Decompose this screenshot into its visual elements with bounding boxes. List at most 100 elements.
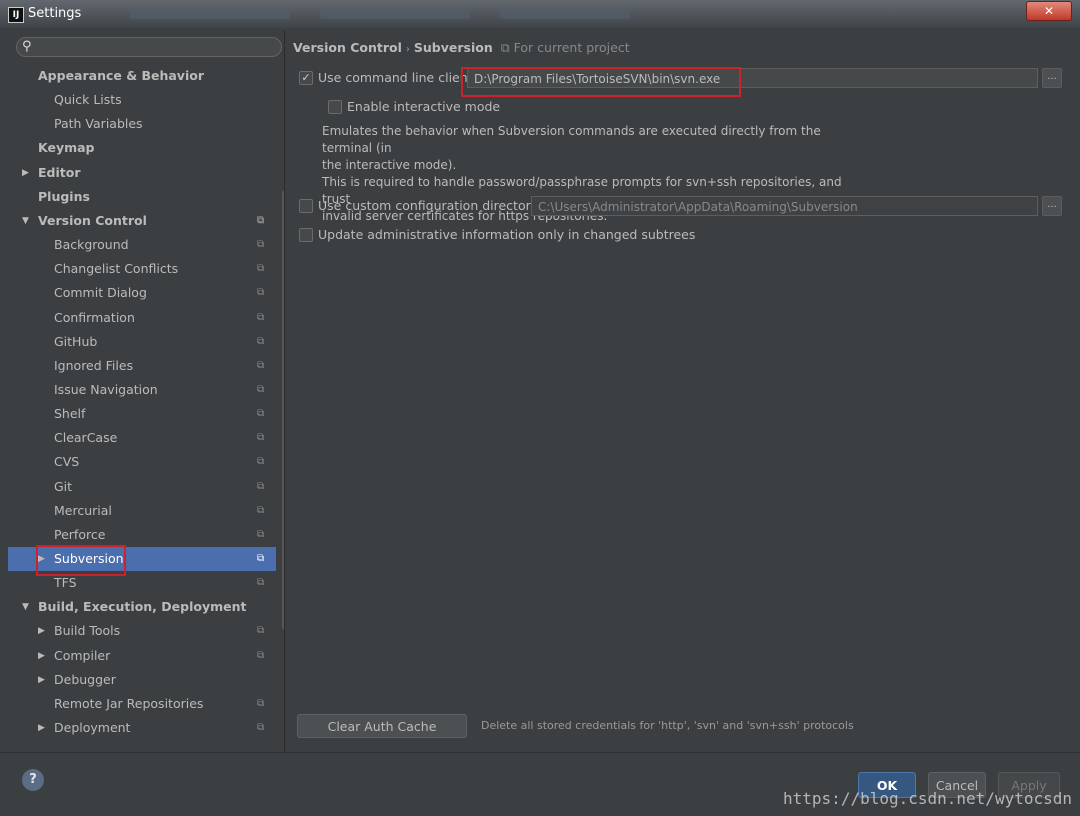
project-scope-icon: ⧉ — [257, 214, 265, 226]
sidebar-item-label: Changelist Conflicts — [54, 261, 179, 277]
sidebar-item-label: Compiler — [54, 647, 111, 663]
expanded-arrow-icon[interactable]: ▼ — [22, 209, 29, 233]
highlight-box-path — [461, 67, 741, 97]
project-scope-icon: ⧉ — [257, 577, 265, 589]
update-admin-checkbox[interactable] — [299, 228, 313, 242]
project-scope-icon: ⧉ — [257, 456, 265, 468]
sidebar-item-label: CVS — [54, 454, 80, 470]
sidebar-item-label: ClearCase — [54, 430, 118, 446]
sidebar-item-label: Path Variables — [54, 116, 143, 132]
breadcrumb: Version Control › Subversion ⧉ For current … — [293, 40, 630, 56]
sidebar-item-plugins[interactable]: Plugins — [8, 185, 276, 209]
project-scope-icon: ⧉ — [257, 480, 265, 492]
sidebar-item-label: Plugins — [38, 188, 90, 204]
collapsed-arrow-icon[interactable]: ▶ — [22, 161, 29, 185]
sidebar-item-label: Deployment — [54, 720, 131, 736]
sidebar-item-keymap[interactable]: Keymap — [8, 136, 276, 160]
sidebar-item-clearcase[interactable]: ClearCase ⧉ — [8, 426, 276, 450]
watermark: https://blog.csdn.net/wytocsdn — [783, 789, 1072, 808]
project-scope-icon: ⧉ — [257, 408, 265, 420]
project-scope-icon: ⧉ — [257, 697, 265, 709]
custom-config-checkbox[interactable] — [299, 199, 313, 213]
sidebar-item-compiler[interactable]: ▶ Compiler ⧉ — [8, 644, 276, 668]
blurred-background-tab — [320, 10, 470, 19]
sidebar-item-label: Shelf — [54, 406, 86, 422]
intellij-icon: IJ — [8, 7, 24, 23]
browse-config-button[interactable]: ... — [1042, 196, 1062, 216]
sidebar-item-label: Mercurial — [54, 502, 112, 518]
use-command-line-checkbox[interactable]: ✓ — [299, 71, 313, 85]
sidebar-item-label: Remote Jar Repositories — [54, 695, 204, 711]
sidebar-item-github[interactable]: GitHub ⧉ — [8, 330, 276, 354]
sidebar-item-label: Confirmation — [54, 309, 135, 325]
collapsed-arrow-icon[interactable]: ▶ — [38, 644, 45, 668]
sidebar-item-background[interactable]: Background ⧉ — [8, 233, 276, 257]
sidebar-item-deployment[interactable]: ▶ Deployment ⧉ — [8, 716, 276, 740]
sidebar-item-shelf[interactable]: Shelf ⧉ — [8, 402, 276, 426]
custom-config-path-field[interactable]: C:\Users\Administrator\AppData\Roaming\S… — [531, 196, 1038, 216]
collapsed-arrow-icon[interactable]: ▶ — [38, 716, 45, 740]
sidebar-item-version-control[interactable]: ▼ Version Control ⧉ — [8, 209, 276, 233]
breadcrumb-current: Subversion — [413, 40, 493, 55]
sidebar-item-cvs[interactable]: CVS ⧉ — [8, 450, 276, 474]
title-bar: IJ Settings ✕ — [0, 0, 1080, 28]
description-line: Emulates the behavior when Subversion co… — [322, 124, 821, 155]
sidebar-item-label: Quick Lists — [54, 92, 122, 108]
sidebar-item-label: Appearance & Behavior — [38, 68, 204, 83]
sidebar-item-appearance-behavior[interactable]: Appearance & Behavior — [8, 64, 276, 88]
highlight-box-subversion — [36, 545, 126, 576]
use-command-line-label: Use command line client: — [318, 70, 477, 85]
collapsed-arrow-icon[interactable]: ▶ — [38, 668, 45, 692]
update-admin-label: Update administrative information only i… — [318, 227, 696, 242]
sidebar-item-remote-jar-repositories[interactable]: Remote Jar Repositories ⧉ — [8, 692, 276, 716]
project-scope-icon: ⧉ — [257, 383, 265, 395]
project-scope-icon: ⧉ — [257, 504, 265, 516]
blurred-background-tab — [500, 10, 630, 19]
project-scope-icon: ⧉ — [257, 722, 265, 734]
sidebar-item-quick-lists[interactable]: Quick Lists — [8, 88, 276, 112]
browse-svn-button[interactable]: ... — [1042, 68, 1062, 88]
search-field[interactable]: ⚲ — [16, 37, 282, 57]
sidebar-item-label: Build Tools — [54, 623, 121, 639]
scope-label: For current project — [513, 40, 630, 55]
sidebar-item-ignored-files[interactable]: Ignored Files ⧉ — [8, 354, 276, 378]
sidebar-item-issue-navigation[interactable]: Issue Navigation ⧉ — [8, 378, 276, 402]
sidebar-item-label: Keymap — [38, 140, 95, 156]
sidebar-item-path-variables[interactable]: Path Variables — [8, 112, 276, 136]
clear-auth-cache-button[interactable]: Clear Auth Cache — [297, 714, 467, 738]
sidebar-item-build-tools[interactable]: ▶ Build Tools ⧉ — [8, 619, 276, 643]
sidebar-item-mercurial[interactable]: Mercurial ⧉ — [8, 499, 276, 523]
sidebar-item-label: Background — [54, 237, 129, 253]
sidebar-item-changelist-conflicts[interactable]: Changelist Conflicts ⧉ — [8, 257, 276, 281]
project-scope-icon: ⧉ — [257, 553, 265, 564]
project-scope-icon: ⧉ — [257, 528, 265, 540]
sidebar-item-label: GitHub — [54, 333, 98, 349]
expanded-arrow-icon[interactable]: ▼ — [22, 595, 29, 619]
description-line: the interactive mode). — [322, 158, 457, 172]
sidebar-item-editor[interactable]: ▶ Editor — [8, 161, 276, 185]
sidebar-item-confirmation[interactable]: Confirmation ⧉ — [8, 306, 276, 330]
collapsed-arrow-icon[interactable]: ▶ — [38, 619, 45, 643]
sidebar-item-label: Ignored Files — [54, 357, 134, 373]
dialog-footer: ? OK Cancel Apply https://blog.csdn.net/… — [0, 752, 1080, 816]
project-scope-icon: ⧉ — [500, 40, 510, 55]
help-button[interactable]: ? — [22, 769, 44, 791]
sidebar-item-label: Build, Execution, Deployment — [38, 599, 247, 615]
sidebar-item-commit-dialog[interactable]: Commit Dialog ⧉ — [8, 281, 276, 305]
checkmark-icon: ✓ — [301, 71, 311, 84]
sidebar-item-label: Version Control — [38, 212, 147, 228]
sidebar-item-label: Git — [54, 478, 73, 494]
settings-sidebar: ⚲ Appearance & Behavior Quick Lists Path V… — [8, 30, 284, 752]
sidebar-item-perforce[interactable]: Perforce ⧉ — [8, 523, 276, 547]
sidebar-item-debugger[interactable]: ▶ Debugger — [8, 668, 276, 692]
sidebar-item-build-execution-deployment[interactable]: ▼ Build, Execution, Deployment — [8, 595, 276, 619]
sidebar-item-label: Commit Dialog — [54, 285, 147, 301]
close-button[interactable]: ✕ — [1026, 1, 1072, 21]
window-title: Settings — [28, 6, 82, 21]
project-scope-icon: ⧉ — [257, 263, 265, 275]
breadcrumb-separator: › — [405, 44, 410, 55]
interactive-mode-checkbox[interactable] — [328, 100, 342, 114]
sidebar-item-git[interactable]: Git ⧉ — [8, 475, 276, 499]
breadcrumb-parent: Version Control — [293, 40, 402, 55]
interactive-mode-label: Enable interactive mode — [347, 99, 501, 114]
